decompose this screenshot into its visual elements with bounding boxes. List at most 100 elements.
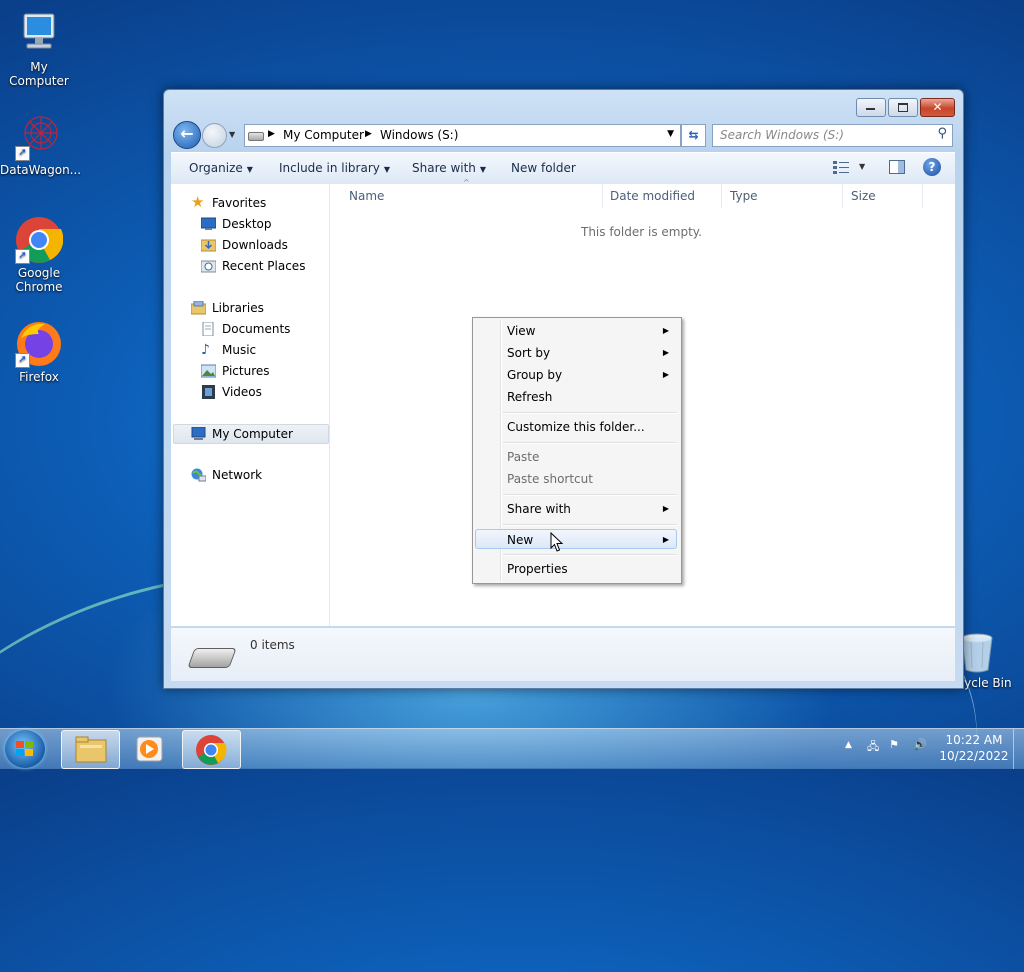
nav-label: Libraries	[212, 301, 264, 315]
menu-item-refresh[interactable]: Refresh	[475, 387, 677, 407]
column-header-name[interactable]: Name	[341, 184, 603, 208]
forward-button[interactable]	[202, 123, 227, 148]
menu-item-sort-by[interactable]: Sort by ▶	[475, 343, 677, 363]
menu-separator	[503, 524, 677, 526]
column-header-date-modified[interactable]: Date modified	[602, 184, 722, 208]
breadcrumb-windows-s[interactable]: Windows (S:)	[380, 128, 458, 142]
breadcrumb-separator-icon[interactable]: ▶	[365, 129, 372, 139]
desktop-icon-firefox[interactable]: ➚ Firefox	[0, 320, 78, 384]
menu-item-label: View	[507, 324, 536, 338]
videos-icon	[202, 385, 215, 399]
windows-logo-icon	[16, 741, 34, 757]
menu-item-view[interactable]: View ▶	[475, 321, 677, 341]
new-folder-button[interactable]: New folder	[511, 161, 576, 175]
back-button[interactable]: ←	[173, 121, 201, 149]
shortcut-arrow-icon: ➚	[15, 353, 30, 368]
desktop-icon-datawagon[interactable]: ➚ DataWagon...	[0, 113, 81, 177]
menu-item-paste[interactable]: Paste	[475, 447, 677, 467]
preview-pane-button[interactable]	[889, 160, 905, 177]
nav-label: Pictures	[222, 364, 270, 378]
documents-icon	[202, 322, 214, 336]
menu-item-label: Share with	[507, 502, 571, 516]
datawagon-icon: ➚	[15, 113, 63, 161]
desktop-icon-label: Firefox	[19, 370, 59, 384]
volume-icon[interactable]: 🔊	[913, 738, 927, 751]
column-header-type[interactable]: Type	[722, 184, 843, 208]
submenu-arrow-icon: ▶	[662, 370, 669, 379]
taskbar-chrome-button[interactable]	[182, 730, 241, 769]
desktop-icon-google-chrome[interactable]: ➚ Google Chrome	[0, 216, 78, 294]
submenu-arrow-icon: ▶	[662, 504, 669, 513]
pictures-icon	[201, 364, 216, 378]
menu-item-properties[interactable]: Properties	[475, 559, 677, 579]
libraries-icon	[191, 301, 206, 315]
menu-item-label: Refresh	[507, 390, 553, 404]
chevron-down-icon: ▼	[479, 165, 487, 174]
menu-item-label: Properties	[507, 562, 568, 576]
nav-label: Music	[222, 343, 257, 357]
menu-separator	[503, 494, 677, 496]
empty-folder-message: This folder is empty.	[581, 225, 702, 239]
navigation-pane: ★ Favorites Desktop Downloads Recent Pla…	[171, 184, 330, 626]
view-options-dropdown-icon[interactable]: ▼	[859, 162, 865, 171]
taskbar-explorer-button[interactable]	[61, 730, 120, 769]
music-icon: ♪	[201, 342, 210, 358]
column-header-label: Name	[349, 189, 385, 203]
recent-pages-dropdown-icon[interactable]: ▼	[229, 130, 235, 139]
organize-button[interactable]: Organize ▼	[189, 161, 253, 175]
nav-item-my-computer[interactable]: My Computer	[173, 424, 329, 444]
action-center-icon[interactable]: ⚑	[889, 738, 899, 751]
taskbar-media-player-button[interactable]	[121, 730, 178, 767]
search-input[interactable]: Search Windows (S:) ⚲	[712, 124, 953, 147]
menu-item-new[interactable]: New ▶	[475, 529, 677, 549]
minimize-button[interactable]	[856, 98, 886, 117]
submenu-arrow-icon: ▶	[662, 348, 669, 357]
help-button[interactable]: ?	[923, 158, 941, 176]
preview-pane-icon	[889, 160, 905, 174]
refresh-button[interactable]: ⇆	[681, 124, 706, 147]
show-hidden-icons-button[interactable]: ▲	[845, 740, 852, 750]
organize-label: Organize	[189, 161, 243, 175]
share-with-label: Share with	[412, 161, 476, 175]
include-in-library-button[interactable]: Include in library ▼	[279, 161, 390, 175]
column-header-label: Date modified	[610, 189, 696, 203]
maximize-button[interactable]	[888, 98, 918, 117]
command-bar: Organize ▼ Include in library ▼ Share with…	[171, 152, 955, 185]
desktop-icon-label: Google Chrome	[15, 266, 63, 294]
menu-separator	[503, 554, 677, 556]
chrome-icon	[196, 735, 227, 765]
network-tray-icon[interactable]: 🖧	[867, 738, 879, 757]
desktop-icon-my-computer[interactable]: My Computer	[0, 10, 78, 88]
include-in-library-label: Include in library	[279, 161, 380, 175]
menu-item-share-with[interactable]: Share with ▶	[475, 499, 677, 519]
menu-item-paste-shortcut[interactable]: Paste shortcut	[475, 469, 677, 489]
breadcrumb-separator-icon[interactable]: ▶	[268, 129, 275, 139]
show-desktop-button[interactable]	[1013, 729, 1024, 769]
share-with-button[interactable]: Share with ▼	[412, 161, 486, 175]
menu-item-label: Sort by	[507, 346, 551, 360]
column-header-size[interactable]: Size	[843, 184, 923, 208]
menu-item-customize-folder[interactable]: Customize this folder...	[475, 417, 677, 437]
nav-label: My Computer	[212, 427, 293, 441]
address-dropdown-icon[interactable]: ▼	[667, 129, 674, 139]
close-button[interactable]: ✕	[920, 98, 955, 117]
hard-drive-icon	[187, 648, 237, 668]
nav-label: Desktop	[222, 217, 272, 231]
desktop-icon-label: My Computer	[9, 60, 69, 88]
start-button[interactable]	[5, 730, 45, 768]
address-bar[interactable]: ▶ My Computer ▶ Windows (S:) ▼	[244, 124, 681, 147]
drive-icon	[248, 132, 264, 141]
shortcut-arrow-icon: ➚	[15, 249, 30, 264]
view-list-icon	[833, 161, 849, 174]
taskbar: ▲ 🖧 ⚑ 🔊 10:22 AM 10/22/2022	[0, 728, 1024, 769]
mouse-cursor-icon	[550, 531, 564, 555]
downloads-folder-icon	[201, 239, 216, 252]
nav-label: Network	[212, 468, 263, 482]
menu-separator	[503, 442, 677, 444]
change-view-button[interactable]	[833, 160, 849, 177]
firefox-icon: ➚	[15, 320, 63, 368]
clock[interactable]: 10:22 AM 10/22/2022	[938, 732, 1010, 764]
submenu-arrow-icon: ▶	[662, 535, 669, 544]
menu-item-group-by[interactable]: Group by ▶	[475, 365, 677, 385]
breadcrumb-my-computer[interactable]: My Computer	[283, 128, 364, 142]
